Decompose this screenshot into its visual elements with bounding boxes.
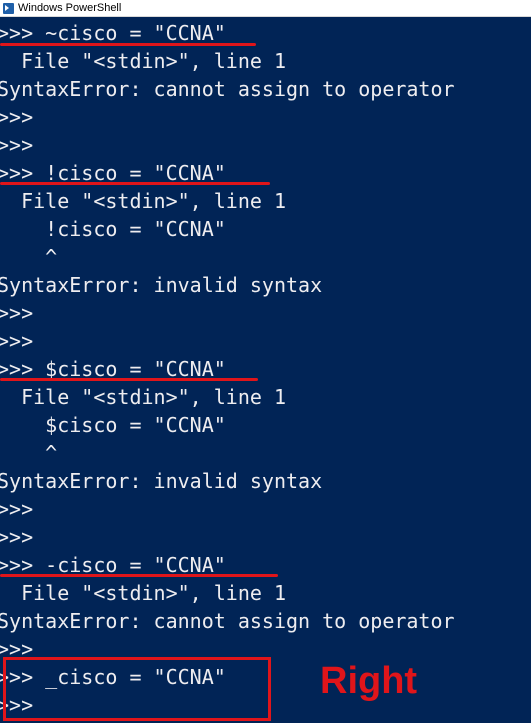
console-output[interactable]: >>> ~cisco = "CCNA" File "<stdin>", line…	[0, 17, 531, 723]
underline-annotation	[0, 574, 278, 577]
console-line: >>>	[0, 525, 34, 549]
console-line: $cisco = "CCNA"	[0, 413, 226, 437]
console-line: !cisco = "CCNA"	[0, 217, 226, 241]
underline-annotation	[0, 378, 258, 381]
console-line: >>>	[0, 133, 34, 157]
console-line: File "<stdin>", line 1	[0, 385, 286, 409]
console-line: ^	[0, 245, 58, 269]
console-line: SyntaxError: cannot assign to operator	[0, 77, 455, 101]
console-line: SyntaxError: invalid syntax	[0, 273, 323, 297]
console-line: >>>	[0, 105, 34, 129]
console-line: File "<stdin>", line 1	[0, 189, 286, 213]
underline-annotation	[0, 43, 256, 46]
console-line: >>>	[0, 497, 34, 521]
title-bar: Windows PowerShell	[0, 0, 531, 17]
powershell-icon	[3, 2, 14, 14]
console-line: SyntaxError: invalid syntax	[0, 469, 323, 493]
console-line: ^	[0, 441, 58, 465]
console-line: SyntaxError: cannot assign to operator	[0, 609, 455, 633]
annotation-label: Right	[320, 660, 418, 702]
underline-annotation	[0, 182, 270, 185]
console-line: >>>	[0, 301, 34, 325]
console-line: File "<stdin>", line 1	[0, 581, 286, 605]
window-title: Windows PowerShell	[18, 2, 122, 14]
highlight-box-annotation	[3, 657, 271, 721]
console-line: >>>	[0, 329, 34, 353]
console-line: File "<stdin>", line 1	[0, 49, 286, 73]
